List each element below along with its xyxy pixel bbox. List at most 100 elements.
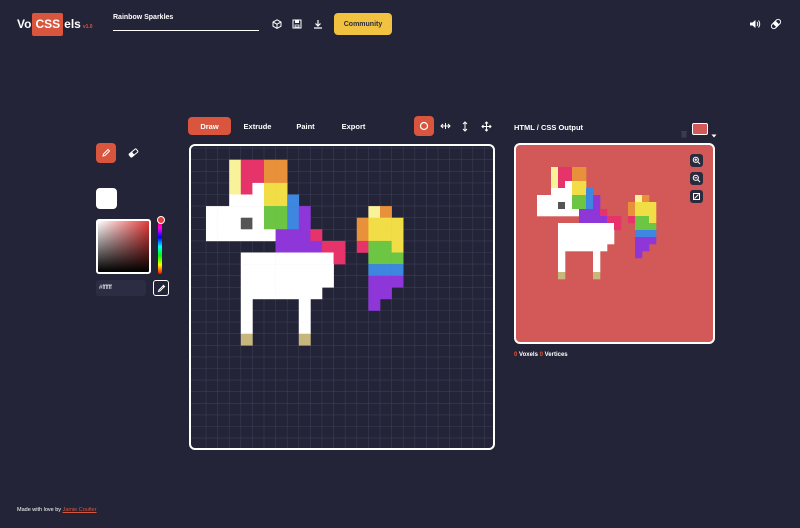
speaker-icon[interactable] <box>748 17 762 31</box>
hue-slider-handle[interactable] <box>157 216 165 224</box>
preview-pixel <box>607 237 615 245</box>
canvas-pixel <box>240 264 253 276</box>
trash-icon[interactable] <box>680 125 688 138</box>
cube-icon[interactable] <box>270 17 284 31</box>
canvas-pixel <box>298 264 311 276</box>
preview-pixel <box>607 216 615 224</box>
canvas-pixel <box>240 206 253 218</box>
preview-pixel <box>586 188 594 196</box>
hex-input[interactable]: #ffffff <box>96 280 146 296</box>
preview-pixel <box>579 195 587 203</box>
canvas-pixel <box>310 240 323 253</box>
preview-pixel <box>593 251 601 259</box>
horizontal-arrows-icon[interactable] <box>435 116 455 136</box>
canvas-pixel <box>287 240 300 253</box>
canvas-pixel <box>252 182 265 195</box>
preview-pixel <box>593 272 601 280</box>
preview-pixel <box>558 237 566 245</box>
zoom-in-icon[interactable] <box>690 154 703 167</box>
author-link[interactable]: Jamie Coulter <box>63 507 97 513</box>
hue-slider[interactable] <box>158 219 162 274</box>
preview-pixel <box>593 195 601 203</box>
canvas-pixel <box>229 206 242 218</box>
preview-pixel <box>642 202 650 210</box>
canvas-pixel <box>275 171 288 184</box>
tab-extrude[interactable]: Extrude <box>236 117 279 135</box>
tab-paint[interactable]: Paint <box>284 117 327 135</box>
canvas-pixel <box>380 275 392 288</box>
preview-pixel <box>635 237 643 245</box>
color-picker[interactable] <box>96 219 151 274</box>
preview-pixel <box>635 216 643 224</box>
canvas-pixel <box>240 171 253 184</box>
preview-pixel <box>593 265 601 273</box>
canvas-pixel <box>240 182 253 195</box>
canvas-pixel <box>368 287 381 300</box>
preview-pixel <box>572 174 580 182</box>
canvas-pixel <box>264 252 276 265</box>
canvas-pixel <box>229 159 242 172</box>
vertical-arrows-icon[interactable] <box>455 116 475 136</box>
canvas-pixel <box>264 206 276 218</box>
canvas-pixel <box>252 275 265 288</box>
preview-pixel <box>558 181 566 189</box>
canvas-pixel <box>368 206 381 218</box>
current-color-swatch[interactable] <box>96 188 117 209</box>
canvas-pixel <box>391 240 404 253</box>
canvas-pixel <box>240 310 253 323</box>
preview-pixel <box>565 202 573 210</box>
preview-pixel <box>565 195 573 203</box>
tab-export[interactable]: Export <box>332 117 375 135</box>
chevron-down-icon[interactable] <box>711 126 717 144</box>
canvas-pixel <box>356 229 369 242</box>
move-icon[interactable] <box>476 116 496 136</box>
preview-pixel <box>544 195 552 203</box>
eraser-icon[interactable] <box>123 143 143 163</box>
canvas-pixel <box>380 217 392 230</box>
canvas-pixel <box>217 217 230 230</box>
preview-pixel <box>586 202 594 210</box>
save-icon[interactable] <box>290 17 304 31</box>
tab-draw[interactable]: Draw <box>188 117 231 135</box>
preview-pixel <box>579 209 587 217</box>
canvas-pixel <box>368 229 381 242</box>
canvas-pixel <box>368 217 381 230</box>
canvas-pixel <box>229 217 242 230</box>
download-icon[interactable] <box>311 17 325 31</box>
preview-pixel <box>579 202 587 210</box>
bandage-icon[interactable] <box>769 17 783 31</box>
logo-version: v1.0 <box>82 23 93 30</box>
preview-pixel <box>635 195 643 203</box>
canvas-pixel <box>298 229 311 242</box>
eyedropper-icon[interactable] <box>153 280 169 296</box>
canvas-pixel <box>275 217 288 230</box>
preview-pixel <box>642 244 650 252</box>
rotate-icon[interactable] <box>690 190 703 203</box>
zoom-out-icon[interactable] <box>690 172 703 185</box>
project-title-input[interactable]: Rainbow Sparkles <box>113 14 259 31</box>
preview-pixel <box>593 230 601 238</box>
pencil-icon[interactable] <box>96 143 116 163</box>
canvas-pixel <box>298 333 311 346</box>
voxels-count: 0 <box>514 352 518 358</box>
community-button[interactable]: Community <box>334 13 392 35</box>
footer: Made with love by Jamie Coulter <box>17 507 97 513</box>
circle-icon[interactable] <box>414 116 434 136</box>
preview-pixel <box>572 167 580 175</box>
preview-pixel <box>635 202 643 210</box>
preview-pixel <box>551 209 559 217</box>
background-color-swatch[interactable] <box>692 123 708 135</box>
canvas-pixel <box>252 217 265 230</box>
preview-pixel <box>579 216 587 224</box>
preview-pixel <box>551 167 559 175</box>
preview-pixel <box>600 223 608 231</box>
preview-pixel <box>551 202 559 210</box>
canvas-grid[interactable] <box>191 146 493 448</box>
drawing-canvas[interactable] <box>189 144 495 450</box>
canvas-pixel <box>380 252 392 265</box>
preview-pixel <box>579 167 587 175</box>
preview-pixel <box>642 230 650 238</box>
canvas-pixel <box>287 194 300 207</box>
canvas-pixel <box>275 194 288 207</box>
preview-pixel <box>614 223 622 231</box>
